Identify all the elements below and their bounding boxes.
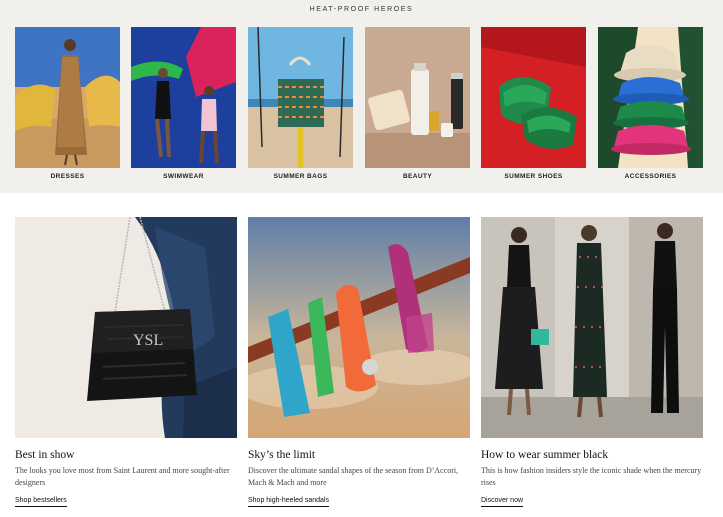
category-label: ACCESSORIES xyxy=(624,173,677,180)
promo-image-handbag: YSL xyxy=(15,217,237,438)
heat-proof-heroes-section: HEAT-PROOF HEROES DRESSES SWIMWEAR SUMME… xyxy=(0,0,723,193)
category-label: DRESSES xyxy=(50,173,85,180)
summer-bags-image xyxy=(248,27,353,168)
promo-card-skys-the-limit[interactable]: Sky’s the limit Discover the ultimate sa… xyxy=(248,217,470,507)
shop-high-heeled-sandals-link[interactable]: Shop high-heeled sandals xyxy=(248,497,329,507)
category-label: SUMMER SHOES xyxy=(504,173,563,180)
promo-image-street-style xyxy=(481,217,703,438)
category-card-dresses[interactable]: DRESSES xyxy=(15,27,120,180)
promo-description: The looks you love most from Saint Laure… xyxy=(15,466,230,487)
promo-card-best-in-show[interactable]: YSL Best in show The looks you love most… xyxy=(15,217,237,507)
accessories-image xyxy=(598,27,703,168)
swimwear-image xyxy=(131,27,236,168)
summer-shoes-image xyxy=(481,27,586,168)
category-label: SWIMWEAR xyxy=(163,173,204,180)
category-card-accessories[interactable]: ACCESSORIES xyxy=(598,27,703,180)
promo-description: Discover the ultimate sandal shapes of t… xyxy=(248,466,459,487)
promo-card-summer-black[interactable]: How to wear summer black This is how fas… xyxy=(481,217,703,507)
category-card-summer-bags[interactable]: SUMMER BAGS xyxy=(248,27,353,180)
promo-title: Sky’s the limit xyxy=(248,449,316,461)
section-title: HEAT-PROOF HEROES xyxy=(309,6,414,13)
category-label: SUMMER BAGS xyxy=(273,173,328,180)
category-label: BEAUTY xyxy=(402,173,433,180)
promo-title: How to wear summer black xyxy=(481,449,609,461)
shop-bestsellers-link[interactable]: Shop bestsellers xyxy=(15,497,67,507)
category-card-beauty[interactable]: BEAUTY xyxy=(365,27,470,180)
discover-now-link[interactable]: Discover now xyxy=(481,497,524,507)
promo-title: Best in show xyxy=(15,449,75,461)
promo-description: This is how fashion insiders style the i… xyxy=(481,466,702,487)
svg-text:YSL: YSL xyxy=(133,332,163,349)
dresses-image xyxy=(15,27,120,168)
category-card-summer-shoes[interactable]: SUMMER SHOES xyxy=(481,27,586,180)
promo-image-sandals xyxy=(248,217,470,438)
category-card-swimwear[interactable]: SWIMWEAR xyxy=(131,27,236,180)
beauty-image xyxy=(365,27,470,168)
